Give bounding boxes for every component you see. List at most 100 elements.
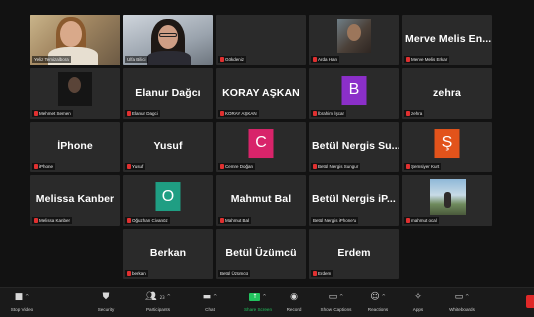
mic-muted-icon (313, 270, 317, 276)
mic-muted-icon (313, 57, 317, 63)
security-button[interactable]: ⛊ Security (84, 290, 128, 312)
mic-muted-icon (313, 164, 317, 170)
participant-name: İbrahim İşcar (318, 110, 345, 116)
participant-tile[interactable]: Erdem Erdem (309, 228, 399, 279)
participant-tile[interactable]: Melissa Kanber Melissa Kanber (30, 175, 120, 226)
participant-display-name: Melissa Kanber (35, 193, 115, 206)
mic-muted-icon (127, 110, 131, 116)
mic-muted-icon (220, 164, 224, 170)
mic-muted-icon (127, 217, 131, 223)
mic-muted-icon (406, 57, 410, 63)
whiteboards-button[interactable]: ▭ ^ Whiteboards (440, 290, 484, 312)
whiteboards-label: Whiteboards (449, 307, 475, 312)
participant-name-label: İbrahim İşcar (311, 109, 347, 117)
chevron-up-icon: ^ (465, 294, 470, 300)
participant-name: Betül Nergis iPhone'u (313, 217, 357, 223)
mic-muted-icon (34, 217, 38, 223)
shield-icon: ⛊ (102, 292, 110, 302)
chevron-up-icon: ^ (381, 294, 386, 300)
avatar: O (155, 182, 181, 212)
show-captions-label: Show Captions (320, 307, 352, 312)
participant-name: Arda Han (318, 57, 338, 63)
end-meeting-button[interactable] (526, 295, 534, 308)
participant-name-label: mahmut ocal (404, 216, 439, 224)
participant-tile[interactable]: zehra zehra (402, 68, 492, 119)
participant-name: Merve Melis Erkar (411, 57, 448, 63)
participant-tile[interactable]: Gökdeniz (216, 15, 306, 66)
participant-tile[interactable]: O Oğuzhan Civanöz (123, 175, 213, 226)
participant-name: Mahmut Bal (225, 217, 250, 223)
participant-tile[interactable]: Ulfa Bilici (123, 15, 213, 66)
participant-tile[interactable]: Betül Nergis iP... Betül Nergis iPhone'u (309, 175, 399, 226)
participant-tile[interactable]: Merve Melis En... Merve Melis Erkar (402, 15, 492, 66)
participant-tile[interactable]: Betül Nergis Su... Betül Nergis Sungur (309, 121, 399, 173)
participant-display-name: Betül Nergis iP... (312, 193, 396, 206)
chat-button[interactable]: ▬ ^ Chat (188, 290, 232, 312)
participant-tile[interactable]: Ş Şemsiyer Kurt (402, 121, 492, 173)
participant-tile[interactable]: mahmut ocal (402, 175, 492, 226)
reactions-button[interactable]: ☺ ^ Reactions (356, 290, 400, 312)
participant-name: Ulfa Bilici (127, 57, 146, 63)
participant-name: Gökdeniz (225, 57, 245, 63)
mic-muted-icon (406, 217, 410, 223)
mic-muted-icon (406, 110, 410, 116)
participant-tile[interactable]: C Cemre Doğan (216, 121, 306, 173)
whiteboard-icon: ▭ (454, 292, 464, 302)
participant-display-name: Erdem (337, 246, 371, 259)
participant-display-name: zehra (433, 86, 461, 99)
participant-display-name: Yusuf (153, 139, 183, 152)
participant-name-label: Elanur Dagci (125, 109, 160, 117)
participant-tile[interactable]: Yusuf Yusuf (123, 121, 213, 173)
participant-name: Mehmet Semen (39, 110, 71, 116)
empty-tile (402, 229, 492, 279)
participant-name: Betül Üzümcü (220, 270, 249, 276)
participant-display-name: Elanur Dağcı (135, 86, 201, 99)
participant-tile[interactable]: Mahmut Bal Mahmut Bal (216, 175, 306, 226)
participant-name-label: Arda Han (311, 56, 340, 64)
participant-tile[interactable]: Arda Han (309, 15, 399, 66)
mic-muted-icon (34, 110, 38, 116)
participant-name: KORAY AŞKAN (225, 110, 257, 116)
participant-tile[interactable]: Mehmet Semen (30, 68, 120, 119)
participant-gallery: Yeliz Temizalbora Ulfa Bilici Gökdeniz Arda… (30, 15, 492, 287)
reactions-label: Reactions (367, 307, 389, 312)
participant-tile[interactable]: Betül Üzümcü Betül Üzümcü (216, 228, 306, 279)
participant-name: Betül Nergis Sungur (318, 164, 359, 170)
participant-tile[interactable]: Yeliz Temizalbora (30, 15, 120, 66)
participant-name: Oğuzhan Civanöz (132, 217, 168, 223)
record-icon: ◉ (290, 292, 298, 302)
participant-name-label: Ulfa Bilici (125, 56, 148, 64)
participant-name-label: Cemre Doğan (218, 163, 256, 171)
participant-tile[interactable]: Elanur Dağcı Elanur Dagci (123, 68, 213, 119)
mic-muted-icon (220, 110, 224, 116)
participant-name-label: berkan (125, 269, 148, 277)
participant-tile[interactable]: Berkan berkan (123, 228, 213, 279)
participants-button[interactable]: 👥︎ 23 ^ Participants (136, 290, 180, 312)
participant-tile[interactable]: B İbrahim İşcar (309, 68, 399, 119)
participants-label: Participants (145, 307, 170, 312)
video-camera-icon: ■ (14, 292, 24, 302)
participant-name: Elanur Dagci (132, 110, 158, 116)
show-captions-button[interactable]: ▭ ^ Show Captions (314, 290, 358, 312)
meeting-toolbar: ■ ^ Stop Video ⛊ Security 👥︎ 23 ^ Participa… (0, 287, 534, 317)
participant-name: Şemsiyer Kurt (411, 164, 440, 170)
captions-icon: ▭ (328, 292, 338, 302)
participant-display-name: Betül Nergis Su... (312, 139, 399, 152)
participant-name-label: Yeliz Temizalbora (32, 56, 71, 64)
participant-name-label: Oğuzhan Civanöz (125, 216, 170, 224)
participant-name-label: KORAY AŞKAN (218, 109, 259, 117)
mic-muted-icon (127, 164, 131, 170)
participant-name: berkan (132, 270, 146, 276)
participant-tile[interactable]: KORAY AŞKAN KORAY AŞKAN (216, 68, 306, 119)
participant-display-name: Betül Üzümcü (225, 246, 297, 259)
smiley-icon: ☺ (370, 292, 380, 302)
chat-label: Chat (205, 307, 215, 312)
stop-video-button[interactable]: ■ ^ Stop Video (0, 290, 44, 312)
mic-muted-icon (406, 164, 410, 170)
record-button[interactable]: ◉ Record (272, 290, 316, 312)
participant-name: iPhone (39, 164, 54, 170)
participant-name-label: Melissa Kanber (32, 216, 73, 224)
participant-tile[interactable]: İPhone iPhone (30, 121, 120, 173)
apps-button[interactable]: ✧ Apps (396, 290, 440, 312)
participant-name: Cemre Doğan (225, 164, 254, 170)
